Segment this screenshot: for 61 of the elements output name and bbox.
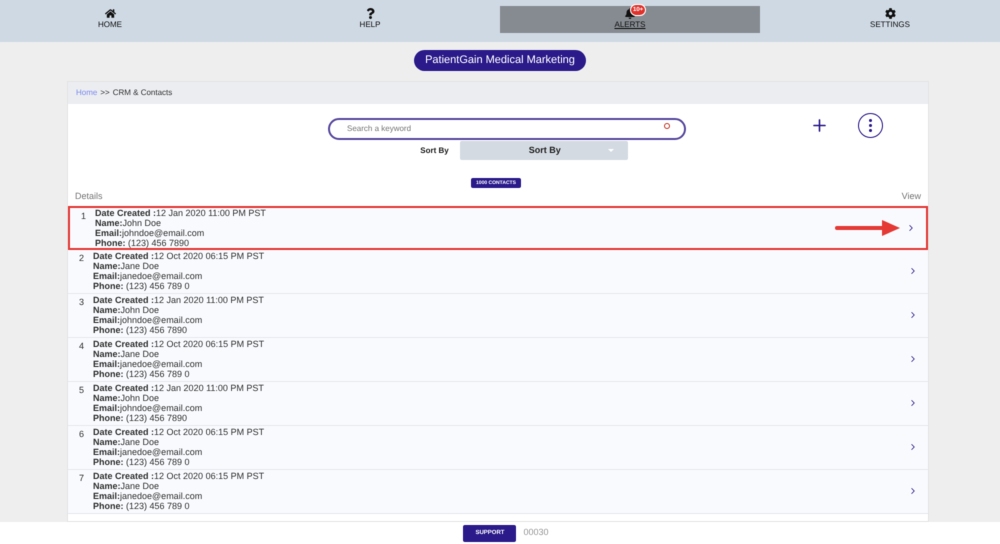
contact-name: Name:Jane Doe [93,481,160,491]
contact-row[interactable]: 5 Date Created :12 Jan 2020 11:00 PM PST Name:John Doe Email:johndoe@email.com Phone: (123) 456 7890 [68,382,928,426]
contact-phone: Phone: (123) 456 7890 [93,325,188,335]
contact-row[interactable]: 3 Date Created :12 Jan 2020 11:00 PM PST Name:John Doe Email:johndoe@email.com Phone: (123) 456 7890 [68,294,928,338]
contact-row[interactable]: 7 Date Created :12 Oct 2020 06:15 PM PST Name:Jane Doe Email:janedoe@email.com Phone: (123) 456 789 0 [68,470,928,514]
contact-email: Email:johndoe@email.com [93,403,204,413]
breadcrumb-current: CRM & Contacts [112,87,172,99]
nav-tab[interactable]: SETTINGS [760,6,1000,33]
row-number: 3 [79,296,86,306]
contact-email: Email:janedoe@email.com [93,359,204,369]
nav-tab[interactable]: HOME [0,6,240,33]
date-created: Date Created :12 Jan 2020 11:00 PM PST [93,383,265,393]
contact-phone: Phone: (123) 456 789 0 [93,281,191,291]
date-created: Date Created :12 Oct 2020 06:15 PM PST [93,251,266,261]
contact-phone: Phone: (123) 456 7890 [93,413,188,423]
contact-row[interactable]: 2 Date Created :12 Oct 2020 06:15 PM PST Name:Jane Doe Email:janedoe@email.com Phone: (123) 456 789 0 [68,250,928,294]
row-number: 2 [79,252,86,262]
contact-name: Name:John Doe [95,218,162,228]
contact-row[interactable]: 1 Date Created :12 Jan 2020 11:00 PM PST Name:John Doe Email:johndoe@email.com Phone: (123) 456 7890 [68,206,928,250]
contact-row[interactable]: 4 Date Created :12 Oct 2020 06:15 PM PST Name:Jane Doe Email:janedoe@email.com Phone: (123) 456 789 0 [68,338,928,382]
row-number: 5 [79,384,86,394]
contact-phone: Phone: (123) 456 789 0 [93,501,191,511]
nav-tab[interactable]: HELP [240,6,500,33]
home-icon [104,8,116,19]
breadcrumb-separator: >> [100,87,110,99]
contact-email: Email:janedoe@email.com [93,491,204,501]
sort-dropdown[interactable]: Sort By [460,141,628,160]
contact-phone: Phone: (123) 456 7890 [95,238,190,248]
contact-name: Name:John Doe [93,305,160,315]
contact-email: Email:janedoe@email.com [93,271,204,281]
contact-name: Name:Jane Doe [93,349,160,359]
view-header: View [902,190,921,203]
date-created: Date Created :12 Oct 2020 06:15 PM PST [93,339,266,349]
contact-email: Email:johndoe@email.com [95,228,206,238]
clear-icon[interactable] [664,123,670,129]
caret-icon [608,149,614,152]
contact-email: Email:janedoe@email.com [93,447,204,457]
date-created: Date Created :12 Oct 2020 06:15 PM PST [93,427,266,437]
contact-email: Email:johndoe@email.com [93,315,204,325]
annotation-arrow [834,220,900,236]
more-options-button[interactable] [858,113,883,138]
sort-label: Sort By [420,144,449,156]
settings-icon [884,8,896,19]
contact-name: Name:John Doe [93,393,160,403]
details-header: Details [75,190,103,203]
contact-name: Name:Jane Doe [93,261,160,271]
date-created: Date Created :12 Oct 2020 06:15 PM PST [93,471,266,481]
date-created: Date Created :12 Jan 2020 11:00 PM PST [95,208,267,218]
help-icon [366,8,374,19]
contact-phone: Phone: (123) 456 789 0 [93,457,191,467]
footer-code: 00030 [523,526,549,540]
row-number: 1 [81,210,88,220]
contact-row[interactable]: 6 Date Created :12 Oct 2020 06:15 PM PST Name:Jane Doe Email:janedoe@email.com Phone: (123) 456 789 0 [68,426,928,470]
row-number: 7 [79,472,86,482]
search-field[interactable]: Search a keyword [328,118,686,140]
row-number: 6 [79,428,86,438]
row-number: 4 [79,340,86,350]
organization-button[interactable]: PatientGain Medical Marketing [414,50,586,71]
date-created: Date Created :12 Jan 2020 11:00 PM PST [93,295,265,305]
contact-phone: Phone: (123) 456 789 0 [93,369,191,379]
contact-name: Name:Jane Doe [93,437,160,447]
